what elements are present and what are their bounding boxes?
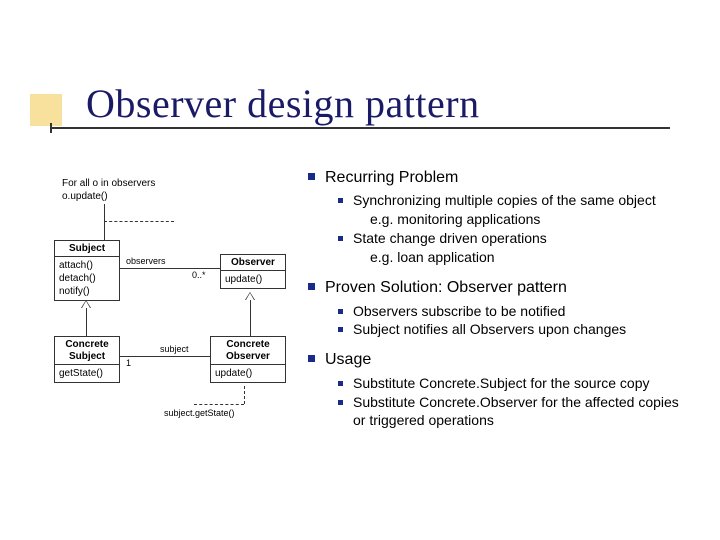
uml-note-bracket	[104, 204, 105, 240]
bullet-l1: Recurring Problem	[308, 168, 690, 188]
uml-class-concrete-subject: Concrete Subject getState()	[54, 336, 120, 383]
uml-class-body: getState()	[55, 365, 119, 382]
uml-class-observer: Observer update()	[220, 254, 286, 289]
bullet-text: State change driven operations	[353, 230, 547, 248]
uml-association	[120, 268, 220, 269]
uml-gen-line	[250, 300, 251, 336]
bullet-l2: Substitute Concrete.Observer for the aff…	[338, 394, 690, 430]
uml-label-observers: observers	[126, 256, 166, 266]
bullet-icon	[338, 198, 343, 203]
bullet-l1: Usage	[308, 350, 690, 370]
uml-class-head: Concrete Observer	[211, 337, 285, 365]
uml-gen-arrow	[245, 292, 255, 300]
bullet-icon	[338, 236, 343, 241]
uml-class-body: update()	[211, 365, 285, 382]
uml-note-connector	[104, 221, 174, 222]
uml-class-body: attach() detach() notify()	[55, 257, 119, 300]
bullet-icon	[308, 283, 315, 290]
uml-class-subject: Subject attach() detach() notify()	[54, 240, 120, 301]
uml-label-subject: subject	[160, 344, 189, 354]
bullet-l2: Synchronizing multiple copies of the sam…	[338, 192, 690, 210]
bullet-icon	[308, 355, 315, 362]
uml-class-concrete-observer: Concrete Observer update()	[210, 336, 286, 383]
uml-caption-getstate: subject.getState()	[164, 408, 235, 418]
bullet-text: Recurring Problem	[325, 168, 458, 188]
slide-title: Observer design pattern	[86, 80, 480, 127]
bullet-l2: Substitute Concrete.Subject for the sour…	[338, 375, 690, 393]
bullet-text: Proven Solution: Observer pattern	[325, 278, 567, 298]
uml-method: notify()	[59, 285, 115, 298]
bullet-text: Subject notifies all Observers upon chan…	[353, 321, 626, 339]
bullet-icon	[338, 381, 343, 386]
bullet-l2: Observers subscribe to be notified	[338, 303, 690, 321]
uml-gen-line	[86, 308, 87, 336]
bullet-icon	[338, 309, 343, 314]
bullet-l3: e.g. monitoring applications	[370, 211, 690, 229]
bullet-text: Observers subscribe to be notified	[353, 303, 565, 321]
bullet-text: Substitute Concrete.Subject for the sour…	[353, 375, 650, 393]
uml-method: update()	[215, 367, 281, 380]
uml-diagram: For all o in observers o.update() Subjec…	[54, 178, 284, 418]
uml-method: update()	[225, 273, 281, 286]
bullet-text: Usage	[325, 350, 371, 370]
uml-class-head: Concrete Subject	[55, 337, 119, 365]
bullet-text: e.g. monitoring applications	[370, 211, 540, 229]
uml-class-head: Observer	[221, 255, 285, 271]
uml-class-head: Subject	[55, 241, 119, 257]
bullet-text: Substitute Concrete.Observer for the aff…	[353, 394, 690, 430]
uml-note: For all o in observers o.update()	[62, 178, 155, 203]
uml-note-line1: For all o in observers	[62, 178, 155, 189]
uml-note-dash	[244, 386, 245, 404]
uml-label-mult: 0..*	[192, 270, 206, 280]
bullet-text: e.g. loan application	[370, 249, 495, 267]
content: Recurring Problem Synchronizing multiple…	[308, 168, 690, 431]
uml-method: getState()	[59, 367, 115, 380]
uml-note-dash	[194, 404, 244, 405]
rule-line	[52, 127, 670, 129]
uml-association	[120, 356, 210, 357]
uml-gen-arrow	[81, 300, 91, 308]
uml-class-head-l1: Concrete	[226, 339, 269, 350]
bullet-l3: e.g. loan application	[370, 249, 690, 267]
bullet-l2: Subject notifies all Observers upon chan…	[338, 321, 690, 339]
uml-class-head-l2: Subject	[69, 351, 105, 362]
bullet-l2: State change driven operations	[338, 230, 690, 248]
uml-method: detach()	[59, 272, 115, 285]
bullet-l1: Proven Solution: Observer pattern	[308, 278, 690, 298]
uml-class-body: update()	[221, 271, 285, 288]
accent-box	[30, 94, 62, 126]
bullet-icon	[338, 400, 343, 405]
bullet-icon	[338, 327, 343, 332]
bullet-text: Synchronizing multiple copies of the sam…	[353, 192, 656, 210]
bullet-icon	[308, 173, 315, 180]
uml-class-head-l2: Observer	[226, 351, 270, 362]
uml-label-mult: 1	[126, 358, 131, 368]
uml-note-line2: o.update()	[62, 191, 108, 202]
uml-class-head-l1: Concrete	[65, 339, 108, 350]
uml-method: attach()	[59, 259, 115, 272]
